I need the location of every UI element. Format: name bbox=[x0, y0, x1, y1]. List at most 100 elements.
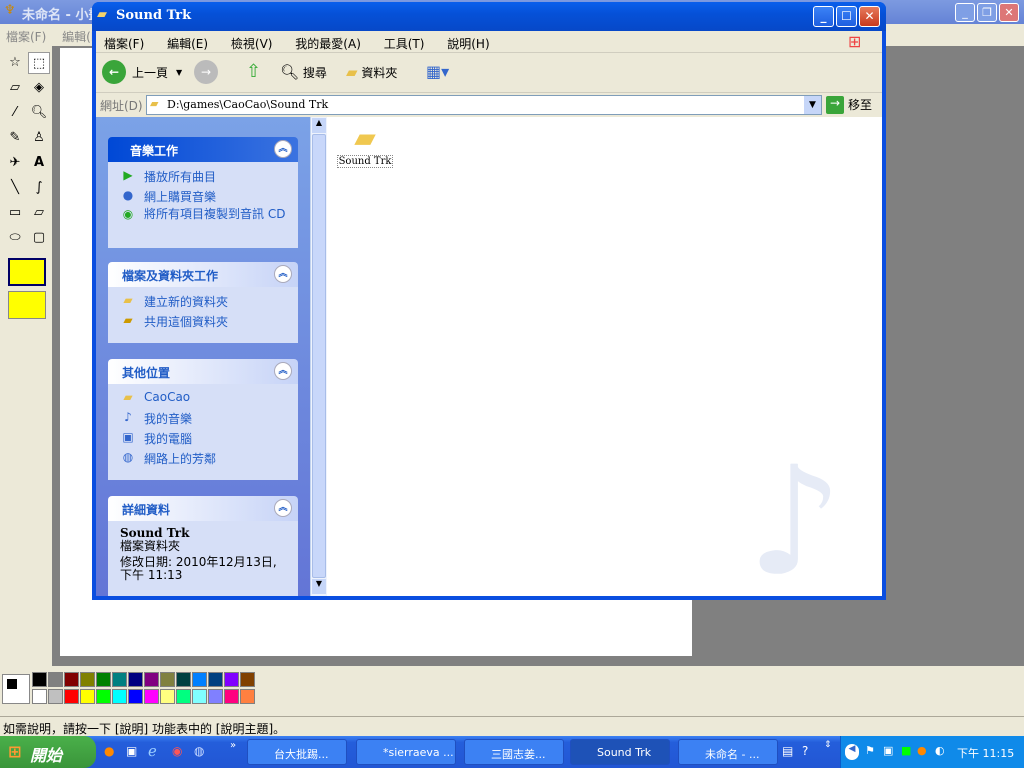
rectangle-icon[interactable]: ▭ bbox=[4, 202, 26, 224]
palette-swatch[interactable] bbox=[128, 672, 143, 687]
palette-swatch[interactable] bbox=[48, 689, 63, 704]
task-button[interactable]: 台大批踢... bbox=[247, 739, 347, 765]
airbrush-icon[interactable]: ✈ bbox=[4, 152, 26, 174]
my-computer-link[interactable]: ▣ 我的電腦 bbox=[120, 430, 298, 450]
paint-close-button[interactable]: ✕ bbox=[999, 3, 1019, 22]
menu-favorites[interactable]: 我的最愛(A) bbox=[295, 37, 361, 51]
palette-swatch[interactable] bbox=[80, 672, 95, 687]
views-button[interactable]: ▦▾ bbox=[426, 62, 449, 81]
palette-swatch[interactable] bbox=[160, 672, 175, 687]
music-tasks-header[interactable]: 音樂工作 ︽ bbox=[108, 137, 298, 162]
tray-icon[interactable]: ◐ bbox=[935, 744, 945, 757]
go-button[interactable]: → 移至 bbox=[826, 96, 872, 114]
fill-icon[interactable]: ◈ bbox=[28, 77, 50, 99]
line-icon[interactable]: ╲ bbox=[4, 177, 26, 199]
tray-icon[interactable]: ■ bbox=[901, 744, 911, 757]
palette-swatch[interactable] bbox=[64, 672, 79, 687]
back-dropdown-icon[interactable]: ▼ bbox=[176, 68, 182, 77]
copy-to-cd-link[interactable]: ◉ 將所有項目複製到音訊 CD bbox=[120, 208, 298, 238]
search-button[interactable]: 🔍︎ 搜尋 bbox=[280, 63, 327, 81]
ie-icon[interactable]: ℯ bbox=[148, 742, 157, 760]
transparent-option-icon[interactable] bbox=[8, 291, 46, 319]
maximize-button[interactable]: ☐ bbox=[836, 6, 857, 27]
language-bar-icon[interactable]: ⇕ bbox=[824, 740, 832, 750]
my-music-link[interactable]: ♪ 我的音樂 bbox=[120, 410, 298, 430]
caocao-link[interactable]: ▰ CaoCao bbox=[120, 390, 298, 410]
other-places-header[interactable]: 其他位置 ︽ bbox=[108, 359, 298, 384]
rounded-rect-icon[interactable]: ▢ bbox=[28, 227, 50, 249]
palette-swatch[interactable] bbox=[128, 689, 143, 704]
clock[interactable]: 下午 11:15 bbox=[957, 745, 1014, 761]
minimize-button[interactable]: _ bbox=[813, 6, 834, 27]
back-button[interactable]: ← 上一頁 ▼ bbox=[102, 60, 182, 84]
file-item[interactable]: ▰ Sound Trk bbox=[335, 123, 395, 168]
help-icon[interactable]: ? bbox=[802, 744, 808, 758]
app-icon[interactable]: ◍ bbox=[194, 744, 204, 758]
palette-swatch[interactable] bbox=[144, 672, 159, 687]
start-button[interactable]: ⊞ 開始 bbox=[0, 736, 96, 768]
paint-restore-button[interactable]: ❐ bbox=[977, 3, 997, 22]
palette-swatch[interactable] bbox=[208, 672, 223, 687]
palette-swatch[interactable] bbox=[176, 672, 191, 687]
firefox-icon[interactable]: ● bbox=[104, 744, 114, 758]
palette-swatch[interactable] bbox=[32, 689, 47, 704]
palette-swatch[interactable] bbox=[240, 689, 255, 704]
brush-icon[interactable]: ♙ bbox=[28, 127, 50, 149]
file-tasks-header[interactable]: 檔案及資料夾工作 ︽ bbox=[108, 262, 298, 287]
menu-tools[interactable]: 工具(T) bbox=[384, 37, 425, 51]
palette-swatch[interactable] bbox=[224, 672, 239, 687]
palette-swatch[interactable] bbox=[224, 689, 239, 704]
palette-swatch[interactable] bbox=[160, 689, 175, 704]
pencil-icon[interactable]: ✎ bbox=[4, 127, 26, 149]
palette-swatch[interactable] bbox=[112, 672, 127, 687]
share-folder-link[interactable]: ▰ 共用這個資料夾 bbox=[120, 313, 298, 333]
collapse-icon[interactable]: ︽ bbox=[274, 265, 292, 283]
show-desktop-icon[interactable]: ▣ bbox=[126, 744, 137, 758]
eraser-icon[interactable]: ▱ bbox=[4, 77, 26, 99]
menu-file[interactable]: 檔案(F) bbox=[104, 37, 144, 51]
palette-swatch[interactable] bbox=[112, 689, 127, 704]
menu-edit[interactable]: 編輯(E) bbox=[167, 37, 208, 51]
explorer-title-bar[interactable]: ▰ Sound Trk bbox=[92, 2, 886, 31]
opaque-option-icon[interactable] bbox=[8, 258, 46, 286]
collapse-icon[interactable]: ︽ bbox=[274, 499, 292, 517]
folders-button[interactable]: ▰ 資料夾 bbox=[346, 63, 397, 81]
collapse-icon[interactable]: ︽ bbox=[274, 362, 292, 380]
menu-view[interactable]: 檢視(V) bbox=[231, 37, 273, 51]
palette-swatch[interactable] bbox=[192, 672, 207, 687]
task-button[interactable]: *sierraeva ... bbox=[356, 739, 456, 765]
more-icon[interactable]: » bbox=[230, 740, 236, 751]
vertical-scrollbar[interactable]: ▲ ▼ bbox=[310, 117, 327, 596]
scroll-up-icon[interactable]: ▲ bbox=[312, 118, 326, 133]
palette-swatch[interactable] bbox=[96, 672, 111, 687]
rect-select-icon[interactable]: ⬚ bbox=[28, 52, 50, 74]
magnifier-icon[interactable]: 🔍︎ bbox=[28, 102, 50, 124]
palette-swatch[interactable] bbox=[48, 672, 63, 687]
color-picker-icon[interactable]: ⁄ bbox=[4, 102, 26, 124]
palette-swatch[interactable] bbox=[192, 689, 207, 704]
ellipse-icon[interactable]: ⬭ bbox=[4, 227, 26, 249]
curve-icon[interactable]: ∫ bbox=[28, 177, 50, 199]
up-folder-icon[interactable]: ⇧ bbox=[246, 61, 261, 82]
palette-swatch[interactable] bbox=[80, 689, 95, 704]
polygon-icon[interactable]: ▱ bbox=[28, 202, 50, 224]
palette-swatch[interactable] bbox=[32, 672, 47, 687]
tray-icon[interactable]: ⚑ bbox=[865, 744, 875, 757]
paint-menu-file[interactable]: 檔案(F) bbox=[6, 30, 46, 44]
palette-swatch[interactable] bbox=[64, 689, 79, 704]
menu-help[interactable]: 說明(H) bbox=[447, 37, 489, 51]
close-button[interactable]: ✕ bbox=[859, 6, 880, 27]
text-tool-icon[interactable]: A bbox=[28, 152, 50, 174]
task-button-active[interactable]: Sound Trk bbox=[570, 739, 670, 765]
play-all-link[interactable]: ▶ 播放所有曲目 bbox=[120, 168, 298, 188]
free-select-icon[interactable]: ☆ bbox=[4, 52, 26, 74]
app-icon[interactable]: ◉ bbox=[172, 744, 182, 758]
address-input[interactable]: ▰ D:\games\CaoCao\Sound Trk ▼ bbox=[146, 95, 822, 115]
task-button[interactable]: 三國志姜... bbox=[464, 739, 564, 765]
forward-button[interactable]: → bbox=[194, 60, 218, 84]
task-button[interactable]: 未命名 - ... bbox=[678, 739, 778, 765]
palette-swatch[interactable] bbox=[96, 689, 111, 704]
tray-expand-icon[interactable]: ◀ bbox=[845, 744, 859, 760]
palette-swatch[interactable] bbox=[208, 689, 223, 704]
keyboard-icon[interactable]: ▤ bbox=[782, 744, 793, 758]
